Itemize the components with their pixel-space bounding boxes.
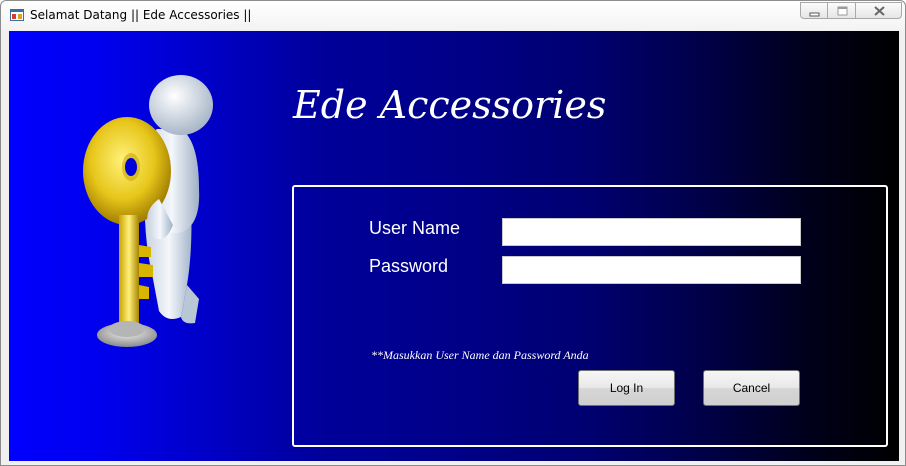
login-panel: User Name Password **Masukkan User Name …: [292, 185, 888, 447]
title-bar[interactable]: Selamat Datang || Ede Accessories ||: [1, 1, 905, 30]
password-input[interactable]: [502, 256, 801, 284]
minimize-icon: [809, 12, 820, 17]
app-icon: [10, 9, 24, 21]
close-icon: [874, 6, 885, 16]
app-window: Selamat Datang || Ede Accessories || Ede…: [0, 0, 906, 466]
maximize-icon: [837, 6, 848, 16]
login-form: Ede Accessories User Name Password **Mas…: [9, 31, 899, 461]
minimize-button[interactable]: [800, 2, 828, 19]
login-button[interactable]: Log In: [578, 370, 675, 406]
login-hint: **Masukkan User Name dan Password Anda: [371, 348, 589, 362]
person-holding-key-illustration: [83, 75, 213, 347]
maximize-button[interactable]: [827, 2, 856, 19]
username-label: User Name: [369, 218, 461, 238]
password-label: Password: [369, 256, 449, 276]
app-title: Ede Accessories: [293, 83, 607, 127]
username-input[interactable]: [502, 218, 801, 246]
close-button[interactable]: [855, 2, 902, 19]
window-title: Selamat Datang || Ede Accessories ||: [30, 8, 252, 22]
cancel-button[interactable]: Cancel: [703, 370, 800, 406]
